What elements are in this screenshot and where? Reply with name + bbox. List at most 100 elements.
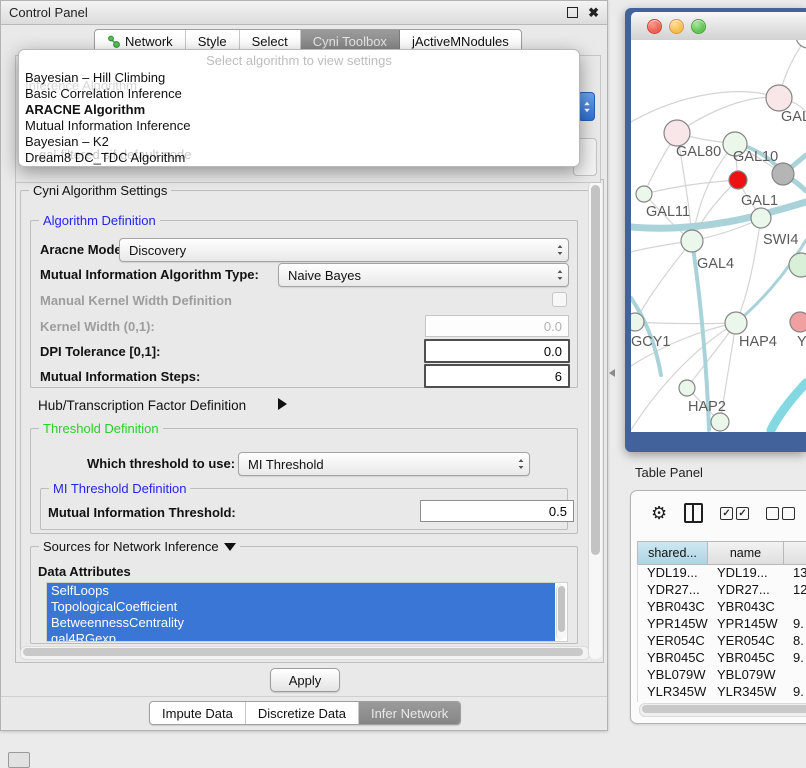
- network-node-label: GAL10: [733, 149, 778, 165]
- tab-impute-data[interactable]: Impute Data: [150, 702, 246, 724]
- network-icon: [107, 35, 120, 48]
- data-attribute-item[interactable]: TopologicalCoefficient: [47, 599, 555, 615]
- data-attribute-item[interactable]: gal4RGexp: [47, 631, 555, 642]
- algorithm-combo-stepper[interactable]: [578, 92, 595, 121]
- sources-title-text: Sources for Network Inference: [43, 539, 219, 554]
- panel-splitter-handle[interactable]: [609, 369, 616, 378]
- network-node-label: SWI4: [763, 232, 798, 248]
- network-edge[interactable]: [631, 92, 779, 122]
- table-cell: YIL052C: [638, 701, 708, 702]
- algorithm-option[interactable]: Basic Correlation Inference: [19, 86, 579, 102]
- network-node[interactable]: [711, 413, 729, 431]
- algorithm-option[interactable]: Dream8 DC_TDC Algorithm: [19, 150, 579, 166]
- network-window-titlebar[interactable]: [631, 12, 806, 41]
- network-node[interactable]: [789, 253, 806, 277]
- column-header-third[interactable]: [784, 542, 806, 564]
- kernel-width-label: Kernel Width (0,1):: [40, 319, 155, 334]
- aracne-mode-value: Discovery: [120, 243, 552, 258]
- table-row[interactable]: YDR27...YDR27...12: [638, 581, 806, 598]
- aracne-mode-select[interactable]: Discovery: [119, 238, 569, 262]
- table-cell: 9.: [784, 616, 806, 631]
- tab-label: Style: [198, 34, 227, 49]
- attributes-vscrollbar[interactable]: [556, 584, 566, 640]
- mi-threshold-input[interactable]: [420, 500, 574, 522]
- table-row[interactable]: YBR043CYBR043C: [638, 598, 806, 615]
- minimized-panel-icon[interactable]: [8, 752, 30, 768]
- tab-discretize-data[interactable]: Discretize Data: [246, 702, 359, 724]
- tab-label: Cyni Toolbox: [313, 34, 387, 49]
- zoom-traffic-light[interactable]: [691, 19, 706, 34]
- network-node-label: GAL11: [646, 204, 690, 220]
- settings-hscrollbar[interactable]: [20, 646, 590, 660]
- settings-scroll-panel: Cyni Algorithm Settings Algorithm Defini…: [15, 179, 604, 663]
- close-window-icon[interactable]: ✖: [588, 5, 599, 21]
- network-node[interactable]: [631, 313, 644, 331]
- dpi-tolerance-input[interactable]: [424, 339, 570, 363]
- network-node[interactable]: [729, 171, 747, 189]
- algorithm-option[interactable]: ARACNE Algorithm: [19, 102, 579, 118]
- table-row[interactable]: YBL079WYBL079W: [638, 666, 806, 683]
- data-attribute-item[interactable]: BetweennessCentrality: [47, 615, 555, 631]
- apply-button[interactable]: Apply: [270, 668, 340, 692]
- network-node[interactable]: [751, 208, 771, 228]
- control-panel-titlebar[interactable]: Control Panel ✖: [1, 1, 607, 25]
- data-attributes-list[interactable]: SelfLoopsTopologicalCoefficientBetweenne…: [46, 582, 568, 642]
- table-settings-gear-icon[interactable]: ⚙: [651, 504, 667, 522]
- algorithm-option[interactable]: Bayesian – K2: [19, 134, 579, 150]
- table-cell: YBR043C: [708, 599, 784, 614]
- select-all-rows-icon[interactable]: ✓✓: [720, 507, 749, 520]
- network-node[interactable]: [725, 312, 747, 334]
- tab-label: Select: [252, 34, 288, 49]
- deselect-all-rows-icon[interactable]: [766, 507, 795, 520]
- network-node-label: GAL1: [741, 193, 778, 209]
- column-header-shared-name[interactable]: shared...: [638, 542, 708, 564]
- manual-kernel-checkbox[interactable]: [552, 292, 567, 307]
- sources-collapse-icon[interactable]: [224, 543, 236, 551]
- network-node-label: GCY1: [631, 334, 671, 350]
- network-node[interactable]: [679, 380, 695, 396]
- network-edge[interactable]: [644, 180, 738, 194]
- network-node[interactable]: [664, 120, 690, 146]
- column-visibility-icon[interactable]: [684, 503, 703, 523]
- table-row[interactable]: YER054CYER054C8.: [638, 632, 806, 649]
- network-edge[interactable]: [687, 323, 736, 388]
- mi-steps-input[interactable]: [424, 364, 570, 388]
- control-panel-window: Control Panel ✖ NetworkStyleSelectCyni T…: [0, 0, 608, 731]
- network-node[interactable]: [772, 163, 794, 185]
- kernel-width-input[interactable]: [425, 315, 569, 337]
- table-row[interactable]: YDL19...YDL19...13: [638, 564, 806, 581]
- minimize-traffic-light[interactable]: [669, 19, 684, 34]
- network-canvas[interactable]: GALGAL80GAL10GAL1GAL11SWI4GAL4GCY1HAP4YH…: [631, 40, 806, 432]
- network-node-label: HAP2: [688, 399, 726, 415]
- network-edge[interactable]: [736, 218, 761, 323]
- hub-definition-label[interactable]: Hub/Transcription Factor Definition: [38, 398, 246, 413]
- algorithm-option[interactable]: Mutual Information Inference: [19, 118, 579, 134]
- table-row[interactable]: YPR145WYPR145W9.: [638, 615, 806, 632]
- hub-expand-icon[interactable]: [278, 398, 287, 410]
- network-edge[interactable]: [736, 240, 806, 323]
- settings-vscrollbar[interactable]: [588, 181, 602, 659]
- table-hscrollbar[interactable]: [639, 703, 806, 717]
- tab-label: Discretize Data: [258, 706, 346, 721]
- data-attribute-item[interactable]: SelfLoops: [47, 583, 555, 599]
- column-header-name[interactable]: name: [708, 542, 784, 564]
- network-node[interactable]: [681, 230, 703, 252]
- mi-type-value: Naive Bayes: [279, 268, 552, 283]
- network-node[interactable]: [790, 312, 806, 332]
- float-window-icon[interactable]: [567, 7, 578, 18]
- network-edge[interactable]: [771, 383, 806, 430]
- network-node[interactable]: [766, 85, 792, 111]
- mi-type-select[interactable]: Naive Bayes: [278, 263, 569, 287]
- network-edge[interactable]: [635, 322, 736, 324]
- network-edge[interactable]: [677, 97, 779, 133]
- close-traffic-light[interactable]: [647, 19, 662, 34]
- table-row[interactable]: YLR345WYLR345W9.: [638, 683, 806, 700]
- table-row[interactable]: YIL052CYIL052C9: [638, 700, 806, 702]
- which-threshold-select[interactable]: MI Threshold: [238, 452, 530, 476]
- network-edge[interactable]: [635, 241, 692, 322]
- table-row[interactable]: YBR045CYBR045C9.: [638, 649, 806, 666]
- network-node[interactable]: [636, 186, 652, 202]
- algorithm-option[interactable]: Bayesian – Hill Climbing: [19, 70, 579, 86]
- apply-button-label: Apply: [289, 673, 322, 688]
- tab-infer-network[interactable]: Infer Network: [359, 702, 460, 724]
